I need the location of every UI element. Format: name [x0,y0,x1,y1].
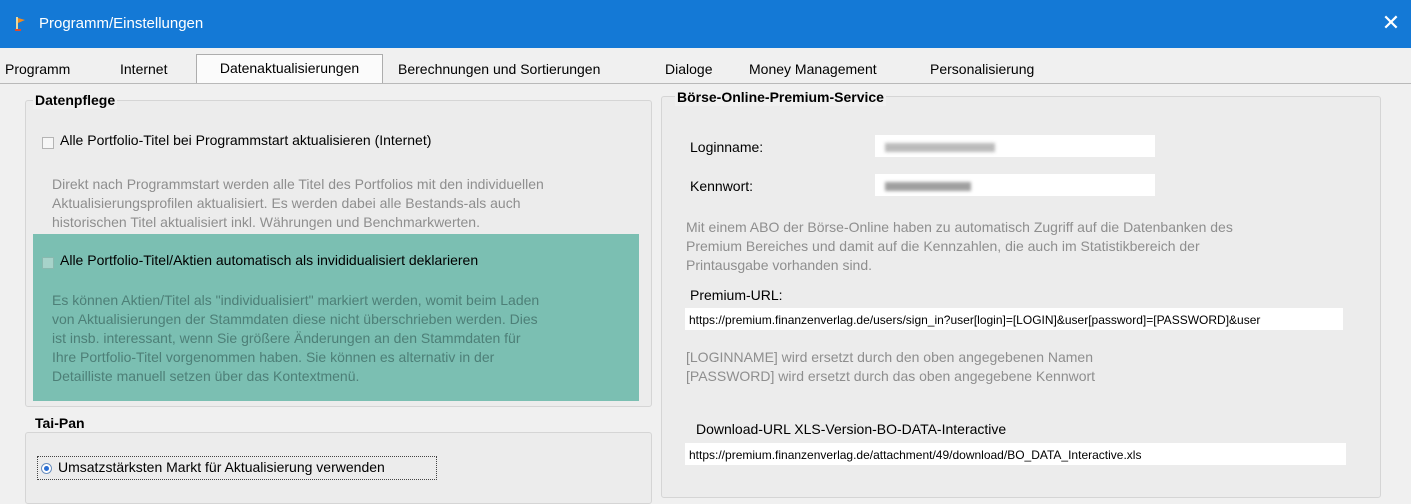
tab-internet[interactable]: Internet [120,60,167,78]
option2-label[interactable]: Alle Portfolio-Titel/Aktien automatisch … [60,251,478,270]
option1-desc-line2: Aktualisierungsprofilen aktualisiert. Es… [52,195,521,211]
tab-content: Datenpflege Alle Portfolio-Titel bei Pro… [0,84,1411,504]
download-url-field[interactable]: https://premium.finanzenverlag.de/attach… [685,443,1346,465]
app-flag-icon [15,17,25,31]
option1-checkbox[interactable] [42,137,54,149]
option2-desc-line1: Es können Aktien/Titel als "individualis… [52,292,540,308]
login-field[interactable] [875,135,1155,157]
download-url-label: Download-URL XLS-Version-BO-DATA-Interac… [696,421,1007,437]
option1-desc-line3: historischen Titel aktualisiert inkl. Wä… [52,214,480,230]
option2-desc-line3: ist insb. interessant, wenn Sie größere … [52,330,521,346]
password-field[interactable] [875,174,1155,196]
option2-desc-line2: von Aktualisierungen der Stammdaten dies… [52,311,538,327]
replace-note-login: [LOGINNAME] wird ersetzt durch den oben … [686,349,1094,365]
option2-desc-line5: Detailliste manuell setzen über das Kont… [52,368,360,384]
tab-money-management[interactable]: Money Management [749,60,877,78]
option1-label[interactable]: Alle Portfolio-Titel bei Programmstart a… [60,131,431,150]
tab-personalisierung[interactable]: Personalisierung [930,60,1034,78]
redacted-login [885,143,995,152]
premium-url-label: Premium-URL: [690,287,783,303]
info-line1: Mit einem ABO der Börse-Online haben zu … [686,219,1233,235]
login-label: Loginname: [690,139,764,155]
premium-url-field[interactable]: https://premium.finanzenverlag.de/users/… [685,308,1343,330]
option2-desc-line4: Ihre Portfolio-Titel vorgenommen haben. … [52,349,495,365]
replace-note-password: [PASSWORD] wird ersetzt durch das oben a… [686,368,1096,384]
tab-programm[interactable]: Programm [5,60,70,78]
boerse-title: Börse-Online-Premium-Service [675,88,886,106]
info-line2: Premium Bereiches und damit auf die Kenn… [686,238,1200,254]
title-bar: Programm/Einstellungen ✕ [0,0,1411,48]
option1-desc-line1: Direkt nach Programmstart werden alle Ti… [52,176,544,192]
info-line3: Printausgabe vorhanden sind. [686,257,873,273]
datenpflege-title: Datenpflege [33,91,118,109]
masked-password [885,182,971,191]
option2-checkbox[interactable] [42,257,54,269]
tab-berechnungen[interactable]: Berechnungen und Sortierungen [398,60,600,78]
close-icon[interactable]: ✕ [1381,12,1401,34]
tab-dialoge[interactable]: Dialoge [665,60,712,78]
taipan-radio-label[interactable]: Umsatzstärksten Markt für Aktualisierung… [58,458,385,477]
tab-strip: Programm Internet Datenaktualisierungen … [0,48,1411,84]
taipan-title: Tai-Pan [33,414,87,432]
tab-datenaktualisierungen[interactable]: Datenaktualisierungen [196,54,383,83]
password-label: Kennwort: [690,178,754,194]
window-title: Programm/Einstellungen [39,15,204,32]
